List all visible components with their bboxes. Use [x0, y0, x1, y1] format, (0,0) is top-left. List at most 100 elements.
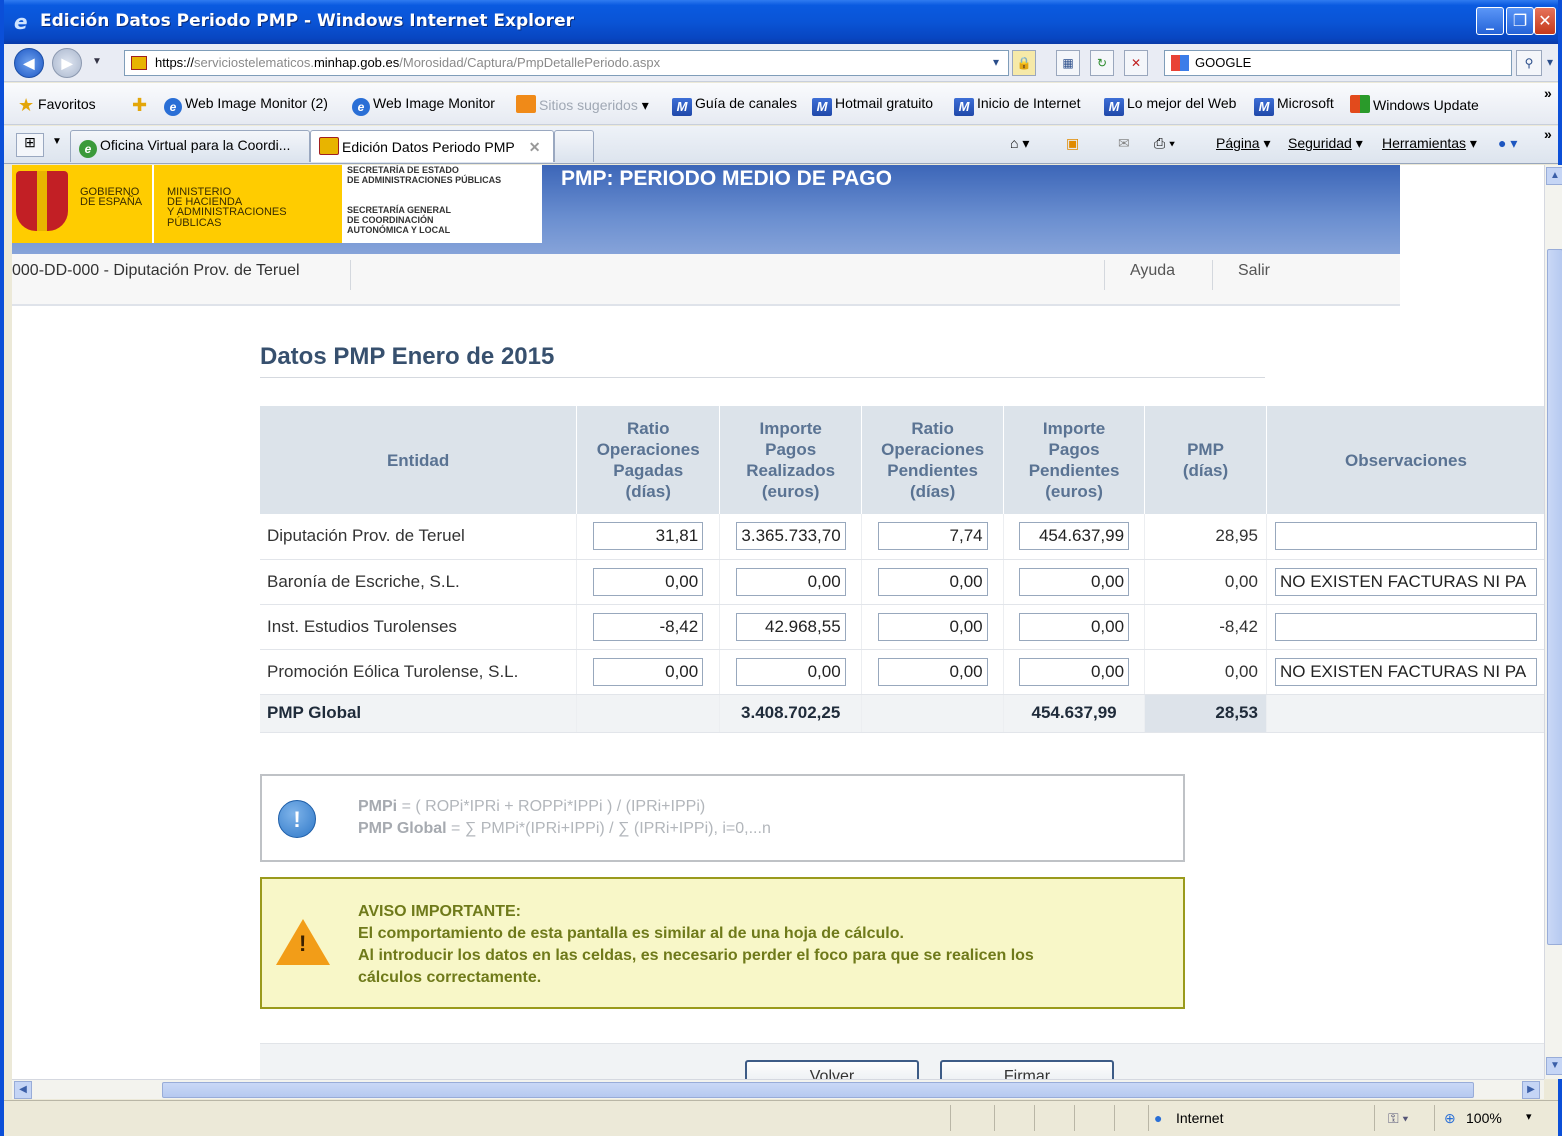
fav-label: Lo mejor del Web: [1127, 95, 1237, 111]
header-line: Ratio: [911, 419, 954, 438]
ipp-input[interactable]: [1019, 522, 1130, 551]
fav-guia-canales[interactable]: M Guía de canales: [672, 95, 797, 116]
search-options-icon[interactable]: ▾: [1544, 50, 1556, 76]
zoom-icon[interactable]: ⊕: [1444, 1110, 1456, 1127]
page-menu[interactable]: Página ▾: [1216, 135, 1271, 152]
search-magnifier-icon[interactable]: ⚲: [1516, 50, 1542, 76]
url-host: minhap.gob.es: [313, 55, 400, 70]
lock-icon[interactable]: 🔒: [1012, 50, 1036, 76]
address-dropdown-icon[interactable]: ▾: [984, 50, 1008, 76]
header-line: Ratio: [626, 419, 670, 438]
header-line: (días): [625, 482, 671, 501]
fav-windows-update[interactable]: Windows Update: [1350, 95, 1479, 113]
ipr-input[interactable]: [735, 612, 846, 641]
rop-input[interactable]: [593, 522, 704, 551]
horizontal-scrollbar[interactable]: ◀ ▶: [12, 1079, 1544, 1099]
home-icon[interactable]: ⌂ ▾: [1010, 135, 1029, 152]
scroll-down-icon[interactable]: ▼: [1546, 1057, 1562, 1075]
ropp-input[interactable]: [877, 612, 988, 641]
command-overflow-icon[interactable]: »: [1544, 126, 1552, 142]
ipr-input[interactable]: [735, 657, 846, 686]
rop-input[interactable]: [593, 612, 704, 641]
ropp-input[interactable]: [877, 567, 988, 596]
ipp-input[interactable]: [1019, 657, 1130, 686]
recent-pages-chevron-icon[interactable]: ▼: [92, 56, 102, 67]
observations-input[interactable]: [1274, 567, 1537, 596]
vertical-scroll-thumb[interactable]: [1547, 249, 1562, 945]
col-header-ipr: Importe Pagos Realizados (euros): [719, 406, 863, 514]
header-line: Importe: [1042, 419, 1106, 438]
zoom-level[interactable]: 100%: [1466, 1110, 1502, 1126]
protected-mode-icon[interactable]: ⚿ ▾: [1388, 1110, 1408, 1127]
logout-link[interactable]: Salir: [1238, 262, 1270, 280]
forward-arrow-icon[interactable]: ▶: [52, 48, 82, 78]
sec-line2: DE ADMINISTRACIONES PÚBLICAS: [347, 175, 502, 185]
favorites-button[interactable]: ★ Favoritos: [18, 95, 96, 116]
fav-web-image-monitor-2[interactable]: e Web Image Monitor (2): [164, 95, 328, 116]
observations-input[interactable]: [1274, 657, 1537, 686]
sec-line1: SECRETARÍA DE ESTADO: [347, 165, 459, 175]
compatibility-icon[interactable]: ▦: [1056, 50, 1080, 76]
search-input[interactable]: GOOGLE: [1164, 50, 1512, 76]
back-arrow-icon[interactable]: ◀: [14, 48, 44, 78]
ropp-input[interactable]: [877, 522, 988, 551]
print-icon[interactable]: ⎙ ▾: [1154, 135, 1175, 152]
vertical-scrollbar[interactable]: ▲ ▼: [1544, 165, 1562, 1079]
ipr-input[interactable]: [735, 522, 846, 551]
help-icon[interactable]: ● ▾: [1498, 135, 1517, 152]
rop-input[interactable]: [593, 567, 704, 596]
tab-list-chevron-icon[interactable]: ▼: [52, 136, 62, 147]
close-button[interactable]: ✕: [1534, 7, 1556, 35]
back-button[interactable]: Volver: [745, 1060, 919, 1079]
ipp-input[interactable]: [1019, 612, 1130, 641]
ipp-input[interactable]: [1019, 567, 1130, 596]
feeds-icon[interactable]: ▣: [1066, 135, 1079, 152]
fav-microsoft[interactable]: M Microsoft: [1254, 95, 1334, 116]
url-path: /Morosidad/Captura/PmpDetallePeriodo.asp…: [399, 55, 661, 70]
mail-icon[interactable]: ✉: [1118, 135, 1130, 152]
tab-edicion-datos[interactable]: Edición Datos Periodo PMP ✕: [310, 130, 554, 162]
quick-tabs-icon[interactable]: ⊞: [16, 133, 44, 157]
favorites-overflow-icon[interactable]: »: [1544, 85, 1552, 101]
close-tab-icon[interactable]: ✕: [529, 139, 541, 155]
stop-icon[interactable]: ✕: [1124, 50, 1148, 76]
tools-menu[interactable]: Herramientas ▾: [1382, 135, 1477, 152]
title-divider: [260, 377, 1265, 378]
ipr-input[interactable]: [735, 567, 846, 596]
col-header-ipp: Importe Pagos Pendientes (euros): [1003, 406, 1146, 514]
fav-inicio-internet[interactable]: M Inicio de Internet: [954, 95, 1081, 116]
fav-hotmail[interactable]: M Hotmail gratuito: [812, 95, 933, 116]
fav-web-image-monitor[interactable]: e Web Image Monitor: [352, 95, 495, 116]
msn-icon: M: [672, 98, 692, 116]
ropp-cell: [861, 559, 1005, 605]
observations-input[interactable]: [1274, 612, 1537, 641]
scroll-right-icon[interactable]: ▶: [1522, 1081, 1540, 1099]
minimize-button[interactable]: _: [1476, 7, 1504, 35]
ropp-input[interactable]: [877, 657, 988, 686]
warning-line3: cálculos correctamente.: [358, 969, 542, 986]
zoom-chevron-icon[interactable]: ▾: [1526, 1110, 1532, 1123]
maximize-button[interactable]: ❐: [1506, 7, 1534, 35]
tab-oficina-virtual[interactable]: e Oficina Virtual para la Coordi...: [70, 130, 310, 162]
refresh-icon[interactable]: ↻: [1090, 50, 1114, 76]
fav-lo-mejor-web[interactable]: M Lo mejor del Web: [1104, 95, 1236, 116]
page-title: Datos PMP Enero de 2015: [260, 343, 555, 370]
sign-button[interactable]: Firmar: [940, 1060, 1114, 1079]
address-bar[interactable]: https://serviciostelematicos.minhap.gob.…: [124, 50, 1009, 76]
scroll-left-icon[interactable]: ◀: [14, 1081, 32, 1099]
scroll-up-icon[interactable]: ▲: [1546, 167, 1562, 185]
security-menu[interactable]: Seguridad ▾: [1288, 135, 1363, 152]
fav-suggested-sites[interactable]: Sitios sugeridos ▾: [516, 95, 649, 114]
entity-name: Diputación Prov. de Teruel: [260, 514, 578, 560]
col-header-rop: Ratio Operaciones Pagadas (días): [576, 406, 721, 514]
divider: [350, 260, 351, 290]
observations-input[interactable]: [1274, 522, 1537, 551]
new-tab-button[interactable]: [554, 130, 594, 162]
add-favorite-icon[interactable]: ✚: [132, 95, 147, 116]
rop-input[interactable]: [593, 657, 704, 686]
secretaria-block: SECRETARÍA DE ESTADO DE ADMINISTRACIONES…: [342, 165, 542, 243]
horizontal-scroll-thumb[interactable]: [162, 1082, 1474, 1098]
msn-icon: M: [812, 98, 832, 116]
help-link[interactable]: Ayuda: [1130, 262, 1175, 280]
windows-flag-icon: [1350, 95, 1370, 113]
